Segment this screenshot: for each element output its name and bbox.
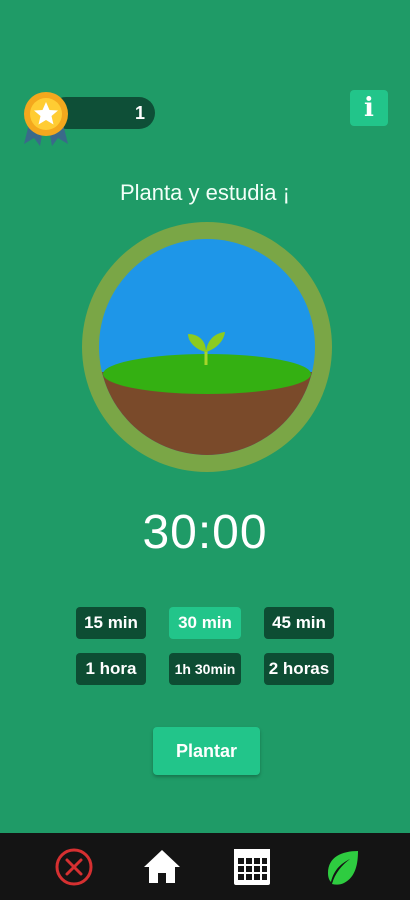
duration-30min-button[interactable]: 30 min — [169, 607, 241, 639]
info-icon: i — [364, 93, 374, 123]
star-medal-icon — [24, 92, 68, 146]
page-title: Planta y estudia ¡ — [120, 180, 290, 205]
achievement-badge[interactable]: 1 — [20, 90, 155, 148]
duration-2hours-button[interactable]: 2 horas — [264, 653, 334, 685]
close-circle-icon[interactable] — [54, 847, 94, 887]
home-icon[interactable] — [142, 847, 182, 887]
plant-button[interactable]: Plantar — [153, 727, 260, 775]
duration-15min-button[interactable]: 15 min — [76, 607, 146, 639]
tree-scene — [82, 222, 332, 472]
timer-display: 30:00 — [142, 506, 268, 559]
duration-1h30-button[interactable]: 1h 30min — [169, 653, 241, 685]
duration-1hour-button[interactable]: 1 hora — [76, 653, 146, 685]
duration-45min-button[interactable]: 45 min — [264, 607, 334, 639]
leaf-icon[interactable] — [322, 847, 362, 887]
info-button[interactable]: i — [350, 90, 388, 126]
bottom-nav — [0, 833, 410, 900]
badge-count: 1 — [134, 103, 145, 123]
calendar-grid-icon[interactable] — [232, 847, 272, 887]
